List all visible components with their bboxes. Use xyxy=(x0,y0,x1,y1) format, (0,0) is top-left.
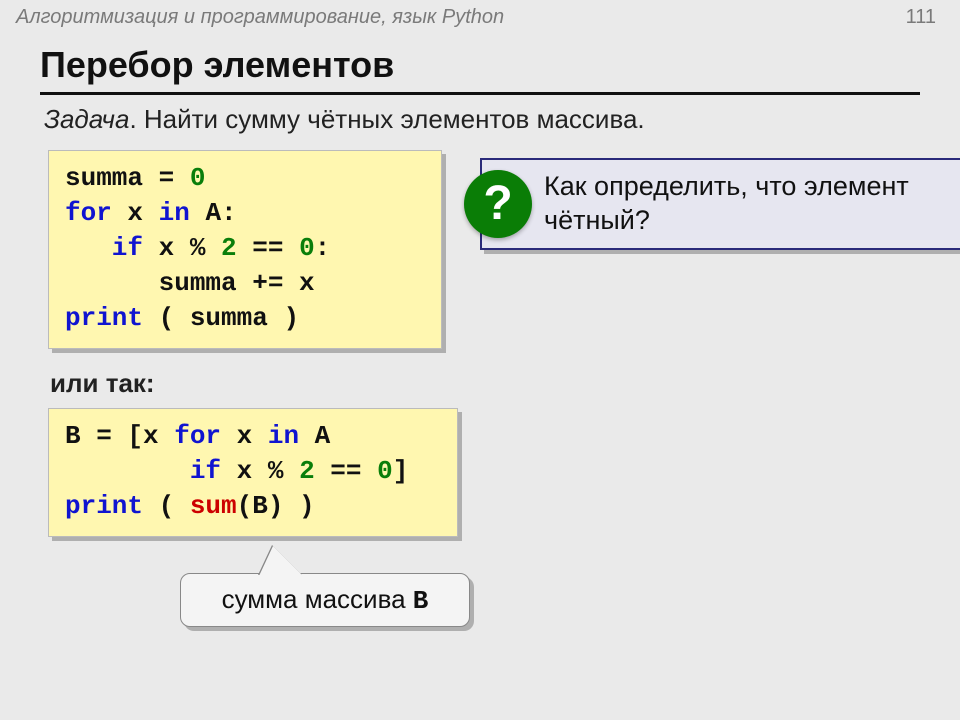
problem-statement: Задача. Найти сумму чётных элементов мас… xyxy=(44,104,645,135)
hint-text: Как определить, что элемент чётный? xyxy=(544,171,909,235)
page-number: 111 xyxy=(906,6,936,29)
code-token: summa = xyxy=(65,163,190,193)
code-token: : xyxy=(315,233,331,263)
code-token: for xyxy=(65,198,112,228)
problem-label: Задача xyxy=(44,104,129,134)
code-token: (B) ) xyxy=(237,491,315,521)
callout: сумма массива B xyxy=(180,573,470,627)
callout-text: сумма массива xyxy=(222,584,413,614)
code-token: x % xyxy=(221,456,299,486)
code-token: in xyxy=(268,421,299,451)
alt-label: или так: xyxy=(50,368,155,399)
code-token xyxy=(65,456,190,486)
callout-tail xyxy=(259,546,303,576)
code-token: if xyxy=(190,456,221,486)
code-token: ( xyxy=(143,491,190,521)
code-token: 2 xyxy=(221,233,237,263)
code-token: x xyxy=(112,198,159,228)
code-token: x xyxy=(221,421,268,451)
callout-varname: B xyxy=(413,586,429,616)
code-token: 0 xyxy=(299,233,315,263)
code-token: if xyxy=(65,233,143,263)
code-token: A: xyxy=(190,198,237,228)
problem-text: . Найти сумму чётных элементов массива. xyxy=(129,104,644,134)
code-token: sum xyxy=(190,491,237,521)
code-token: print xyxy=(65,303,143,333)
code-token: 0 xyxy=(377,456,393,486)
code-token: == xyxy=(315,456,377,486)
code-token: == xyxy=(237,233,299,263)
slide: Алгоритмизация и программирование, язык … xyxy=(0,0,960,720)
code-token: ( summa ) xyxy=(143,303,299,333)
code-token: summa += x xyxy=(65,268,315,298)
header: Алгоритмизация и программирование, язык … xyxy=(16,6,936,29)
code-token: in xyxy=(159,198,190,228)
code-token: B = [x xyxy=(65,421,174,451)
code-token: A xyxy=(299,421,330,451)
code-token: x % xyxy=(143,233,221,263)
slide-title: Перебор элементов xyxy=(40,44,920,95)
code-token: print xyxy=(65,491,143,521)
code-block-1: summa = 0 for x in A: if x % 2 == 0: sum… xyxy=(48,150,442,349)
hint-box: ? Как определить, что элемент чётный? xyxy=(480,158,960,250)
question-mark-icon: ? xyxy=(464,170,532,238)
code-token: 2 xyxy=(299,456,315,486)
code-token: ] xyxy=(393,456,409,486)
course-name: Алгоритмизация и программирование, язык … xyxy=(16,6,504,29)
code-block-2: B = [x for x in A if x % 2 == 0] print (… xyxy=(48,408,458,537)
code-token: 0 xyxy=(190,163,206,193)
code-token: for xyxy=(174,421,221,451)
